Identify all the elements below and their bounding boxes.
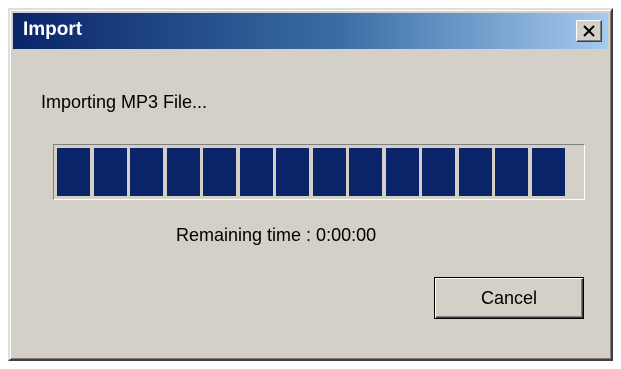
progress-block — [385, 148, 419, 196]
progress-block — [276, 148, 309, 196]
progress-block — [458, 148, 492, 196]
progress-block — [239, 148, 273, 196]
progress-fill — [57, 148, 581, 196]
title-bar[interactable]: Import — [13, 13, 608, 49]
progress-block — [130, 148, 163, 196]
remaining-time: Remaining time : 0:00:00 — [176, 225, 377, 245]
cancel-button[interactable]: Cancel — [434, 277, 584, 319]
window-title: Import — [23, 19, 83, 40]
close-button[interactable] — [576, 20, 602, 42]
progress-block — [166, 148, 200, 196]
progress-block — [349, 148, 382, 196]
progress-block — [531, 148, 565, 196]
close-icon — [583, 25, 595, 37]
status-text: Importing MP3 File... — [41, 92, 208, 112]
progress-bar — [53, 144, 585, 200]
progress-block — [422, 148, 455, 196]
progress-block — [312, 148, 346, 196]
progress-block — [495, 148, 528, 196]
import-dialog: Import Importing MP3 File... Remaining t… — [8, 8, 613, 361]
progress-block — [93, 148, 127, 196]
progress-block — [203, 148, 236, 196]
progress-block — [57, 148, 90, 196]
